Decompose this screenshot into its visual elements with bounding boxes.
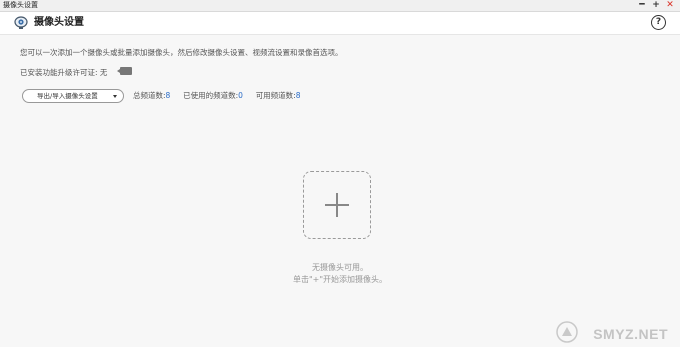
page-title: 摄像头设置: [34, 17, 84, 28]
empty-state-message: 无摄像头可用。: [312, 263, 368, 272]
window-title: 摄像头设置: [3, 1, 38, 9]
watermark-text: SMYZ.NET: [593, 326, 668, 342]
dropdown-label: 导出/导入摄像头设置: [37, 92, 98, 100]
description-text: 您可以一次添加一个摄像头或批量添加摄像头，然后修改摄像头设置、视频流设置和录像首…: [20, 48, 343, 57]
license-tag-icon[interactable]: [117, 67, 132, 75]
add-camera-button[interactable]: [303, 171, 371, 239]
used-channels-label: 已使用的频道数:: [183, 91, 239, 100]
watermark-logo-icon: [556, 321, 578, 343]
total-channels-value: 8: [165, 91, 171, 100]
export-import-dropdown[interactable]: 导出/导入摄像头设置: [22, 89, 124, 103]
minimize-button[interactable]: ━: [636, 0, 648, 11]
chevron-down-icon: [113, 95, 117, 98]
available-channels-value: 8: [295, 91, 301, 100]
camera-icon: [14, 15, 30, 31]
empty-state-hint: 单击"+"开始添加摄像头。: [292, 275, 388, 284]
page-header: 摄像头设置 ?: [0, 12, 680, 35]
available-channels-label: 可用频道数:: [255, 91, 296, 100]
used-channels-value: 0: [238, 91, 243, 100]
license-label: 已安装功能升级许可证: 无: [20, 68, 108, 77]
window-titlebar: 摄像头设置 ━ + ✕: [0, 0, 680, 12]
channel-stats: 总频道数:8 已使用的频道数:0 可用频道数:8: [133, 90, 301, 101]
close-button[interactable]: ✕: [664, 0, 676, 11]
maximize-button[interactable]: +: [650, 0, 662, 11]
total-channels-label: 总频道数:: [133, 91, 166, 100]
help-icon[interactable]: ?: [651, 15, 666, 30]
